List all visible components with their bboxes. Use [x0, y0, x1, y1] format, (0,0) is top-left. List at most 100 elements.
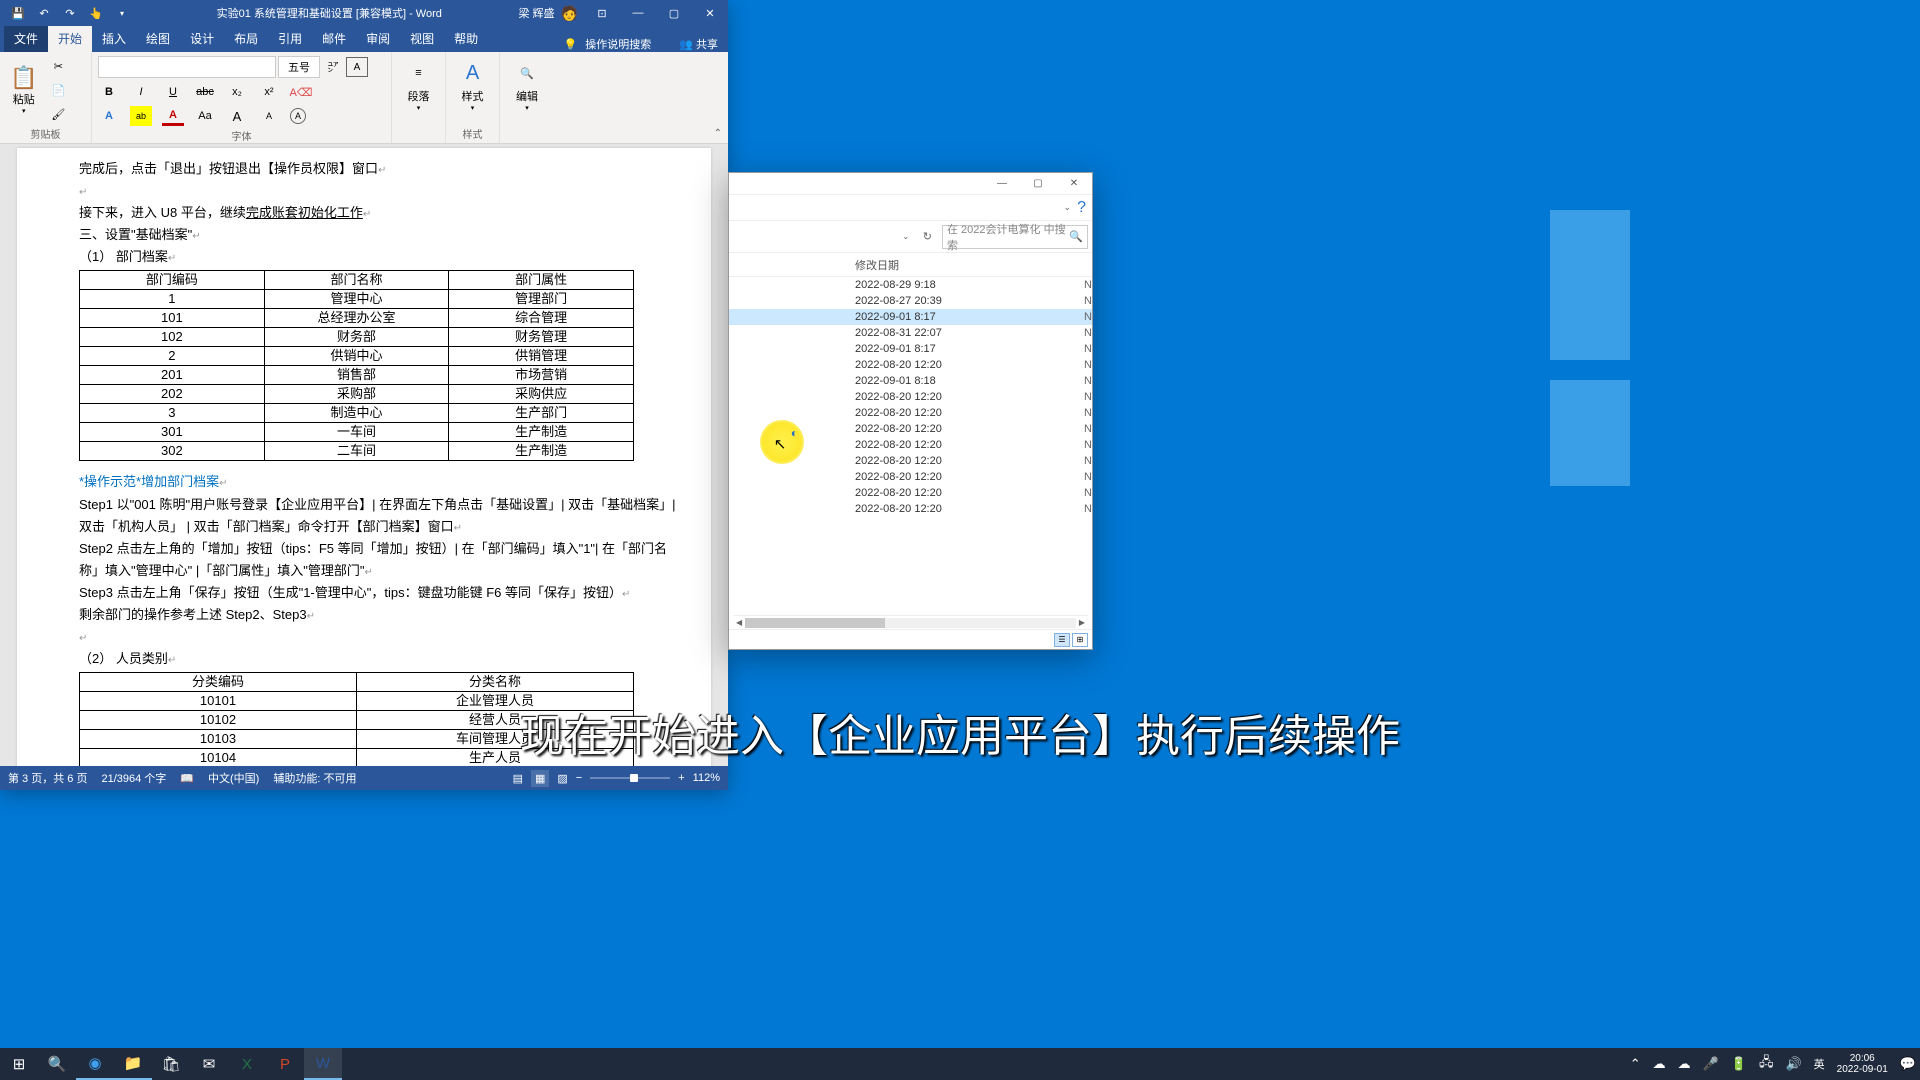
paragraph-button[interactable]: ≡ 段落 ▾ [398, 56, 439, 114]
file-row[interactable]: 2022-08-20 12:20N [729, 405, 1092, 421]
italic-icon[interactable]: I [130, 82, 152, 102]
explorer-column-header[interactable]: 修改日期 [729, 253, 1092, 277]
view-print-icon[interactable]: ▦ [531, 770, 549, 787]
tray-weather-icon[interactable]: ☁ [1678, 1056, 1691, 1072]
qat-more-icon[interactable]: ▾ [110, 2, 134, 24]
touch-icon[interactable]: 👆 [84, 2, 108, 24]
tray-onedrive-icon[interactable]: ☁ [1653, 1056, 1666, 1072]
address-dropdown-icon[interactable]: ⌄ [899, 227, 913, 247]
save-icon[interactable]: 💾 [6, 2, 30, 24]
tab-insert[interactable]: 插入 [92, 26, 136, 52]
file-row[interactable]: 2022-08-20 12:20N [729, 485, 1092, 501]
minimize-icon[interactable]: — [984, 173, 1020, 195]
tab-references[interactable]: 引用 [268, 26, 312, 52]
tab-review[interactable]: 审阅 [356, 26, 400, 52]
ribbon-expand-icon[interactable]: ⌄ [1064, 202, 1072, 213]
underline-icon[interactable]: U [162, 82, 184, 102]
collapse-ribbon-icon[interactable]: ⌃ [714, 128, 722, 139]
help-icon[interactable]: ? [1077, 199, 1086, 217]
paste-button[interactable]: 📋 粘贴 ▾ [6, 63, 41, 117]
strikethrough-icon[interactable]: abc [194, 82, 216, 102]
search-button[interactable]: 🔍 [38, 1048, 76, 1080]
file-row[interactable]: 2022-09-01 8:17N [729, 341, 1092, 357]
file-row[interactable]: 2022-08-31 22:07N [729, 325, 1092, 341]
tab-draw[interactable]: 绘图 [136, 26, 180, 52]
status-lang[interactable]: 中文(中国) [208, 770, 259, 786]
file-row[interactable]: 2022-09-01 8:17N [729, 309, 1092, 325]
bold-icon[interactable]: B [98, 82, 120, 102]
status-words[interactable]: 21/3964 个字 [101, 770, 166, 786]
file-row[interactable]: 2022-08-29 9:18N [729, 277, 1092, 293]
view-web-icon[interactable]: ▨ [557, 772, 567, 785]
font-name-input[interactable] [98, 56, 276, 78]
share-button[interactable]: 👥 共享 [679, 36, 718, 52]
user-avatar-icon[interactable]: 🧑 [561, 5, 578, 22]
maximize-icon[interactable]: ▢ [1020, 173, 1056, 195]
zoom-out-icon[interactable]: − [576, 772, 582, 784]
start-button[interactable]: ⊞ [0, 1048, 38, 1080]
status-a11y[interactable]: 辅助功能: 不可用 [273, 770, 356, 786]
font-color-icon[interactable]: A [162, 106, 184, 126]
minimize-icon[interactable]: — [620, 0, 656, 26]
tray-volume-icon[interactable]: 🔊 [1785, 1056, 1801, 1072]
tab-file[interactable]: 文件 [4, 26, 48, 52]
tray-clock[interactable]: 20:06 2022-09-01 [1837, 1053, 1888, 1075]
view-read-icon[interactable]: ▤ [513, 772, 523, 785]
subscript-icon[interactable]: x₂ [226, 82, 248, 102]
tray-network-icon[interactable]: 🖧 [1759, 1053, 1774, 1075]
redo-icon[interactable]: ↷ [58, 2, 82, 24]
tray-mic-icon[interactable]: 🎤 [1703, 1056, 1719, 1072]
status-spell-icon[interactable]: 📖 [180, 772, 194, 785]
tab-help[interactable]: 帮助 [444, 26, 488, 52]
tab-home[interactable]: 开始 [48, 26, 92, 52]
tray-notify-icon[interactable]: 💬 [1900, 1056, 1916, 1072]
tab-layout[interactable]: 布局 [224, 26, 268, 52]
file-row[interactable]: 2022-08-20 12:20N [729, 469, 1092, 485]
file-row[interactable]: 2022-09-01 8:18N [729, 373, 1092, 389]
taskbar-mail[interactable]: ✉ [190, 1048, 228, 1080]
format-painter-icon[interactable]: 🖌 [47, 104, 69, 124]
tray-expand-icon[interactable]: ⌃ [1630, 1056, 1641, 1072]
enclose-char-icon[interactable]: A [290, 108, 306, 124]
highlight-icon[interactable]: ab [130, 106, 152, 126]
undo-icon[interactable]: ↶ [32, 2, 56, 24]
taskbar-excel[interactable]: X [228, 1048, 266, 1080]
refresh-icon[interactable]: ↻ [917, 230, 938, 243]
taskbar-edge[interactable]: ◉ [76, 1048, 114, 1080]
copy-icon[interactable]: 📄 [47, 80, 69, 100]
font-size-input[interactable] [278, 56, 320, 78]
styles-button[interactable]: A 样式 ▾ [452, 56, 493, 114]
zoom-slider[interactable] [590, 777, 670, 779]
document-area[interactable]: 完成后，点击「退出」按钮退出【操作员权限】窗口 接下来，进入 U8 平台，继续完… [0, 144, 728, 766]
close-icon[interactable]: ✕ [692, 0, 728, 26]
clear-format-icon[interactable]: A⌫ [290, 82, 312, 102]
editing-button[interactable]: 🔍 编辑 ▾ [506, 56, 548, 114]
zoom-in-icon[interactable]: + [678, 772, 684, 784]
grow-font-icon[interactable]: A [226, 106, 248, 126]
tab-view[interactable]: 视图 [400, 26, 444, 52]
file-row[interactable]: 2022-08-20 12:20N [729, 357, 1092, 373]
text-effects-icon[interactable]: A [98, 106, 120, 126]
zoom-percent[interactable]: 112% [693, 772, 720, 784]
change-case-icon[interactable]: Aa [194, 106, 216, 126]
file-row[interactable]: 2022-08-27 20:39N [729, 293, 1092, 309]
tray-battery-icon[interactable]: 🔋 [1731, 1056, 1747, 1072]
superscript-icon[interactable]: x² [258, 82, 280, 102]
phonetic-guide-icon[interactable]: ㍐ [322, 57, 344, 77]
shrink-font-icon[interactable]: A [258, 106, 280, 126]
taskbar-powerpoint[interactable]: P [266, 1048, 304, 1080]
file-row[interactable]: 2022-08-20 12:20N [729, 389, 1092, 405]
taskbar-store[interactable]: 🛍 [152, 1048, 190, 1080]
tell-me-search[interactable]: 操作说明搜索 [585, 36, 651, 52]
view-details-icon[interactable]: ☰ [1054, 633, 1070, 647]
status-page[interactable]: 第 3 页，共 6 页 [8, 770, 87, 786]
maximize-icon[interactable]: ▢ [656, 0, 692, 26]
tray-ime[interactable]: 英 [1814, 1056, 1825, 1072]
tab-mailings[interactable]: 邮件 [312, 26, 356, 52]
file-row[interactable]: 2022-08-20 12:20N [729, 501, 1092, 517]
tab-design[interactable]: 设计 [180, 26, 224, 52]
char-border-icon[interactable]: A [346, 57, 368, 77]
cut-icon[interactable]: ✂ [47, 56, 69, 76]
close-icon[interactable]: ✕ [1056, 173, 1092, 195]
horizontal-scrollbar[interactable]: ◀ ▶ [733, 615, 1088, 629]
